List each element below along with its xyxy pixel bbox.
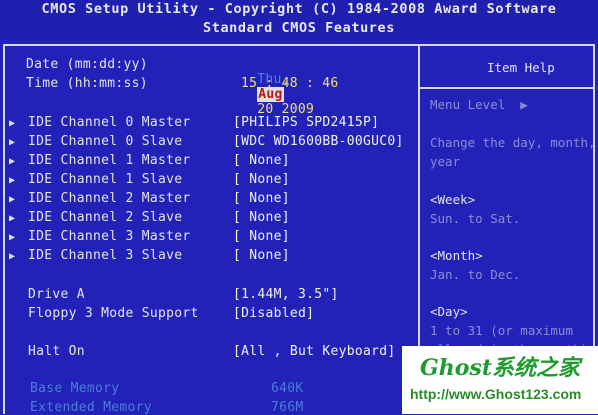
ide-1-master-label[interactable]: IDE Channel 1 Master [28,153,191,168]
title-bar: CMOS Setup Utility - Copyright (C) 1984-… [0,0,598,40]
ide-0-slave-label[interactable]: IDE Channel 0 Slave [28,134,182,149]
time-field[interactable]: 15 : 48 : 46 [241,76,339,91]
submenu-arrow-icon: ▶ [9,118,16,129]
submenu-arrow-icon: ▶ [9,251,16,262]
halt-on-label: Halt On [28,344,85,359]
time-label: Time (hh:mm:ss) [26,76,148,91]
ide-0-slave-value[interactable]: [WDC WD1600BB-00GUC0] [233,134,404,149]
ide-3-slave-value[interactable]: [ None] [233,248,290,263]
drive-a-value[interactable]: [1.44M, 3.5"] [233,287,339,302]
ide-2-slave-value[interactable]: [ None] [233,210,290,225]
submenu-arrow-icon: ▶ [9,137,16,148]
floppy3-label: Floppy 3 Mode Support [28,306,199,321]
base-memory-value: 640K [271,381,304,396]
ide-3-slave-label[interactable]: IDE Channel 3 Slave [28,248,182,263]
watermark-logo: Ghost系统之家 [420,355,581,381]
ide-0-master-label[interactable]: IDE Channel 0 Master [28,115,191,130]
submenu-arrow-icon: ▶ [9,156,16,167]
menu-level: Menu Level ▶ [430,97,528,112]
app-title: CMOS Setup Utility - Copyright (C) 1984-… [41,1,557,17]
submenu-arrow-icon: ▶ [9,194,16,205]
help-week-value: Sun. to Sat. [430,211,521,226]
watermark: Ghost系统之家 http://www.Ghost123.com [402,346,598,414]
submenu-arrow-icon: ▶ [9,175,16,186]
submenu-arrow-icon: ▶ [9,232,16,243]
help-month-heading: <Month> [430,248,483,263]
halt-on-value[interactable]: [All , But Keyboard] [233,344,396,359]
help-week-heading: <Week> [430,192,476,207]
base-memory-label: Base Memory [30,381,120,396]
ide-1-slave-label[interactable]: IDE Channel 1 Slave [28,172,182,187]
help-divider [420,87,595,89]
help-day-heading: <Day> [430,304,468,319]
help-text-1: Change the day, month, [430,135,596,150]
ide-1-slave-value[interactable]: [ None] [233,172,290,187]
date-label: Date (mm:dd:yy) [26,57,148,72]
submenu-arrow-icon: ▶ [9,213,16,224]
ide-2-slave-label[interactable]: IDE Channel 2 Slave [28,210,182,225]
page-title: Standard CMOS Features [202,20,395,36]
drive-a-label: Drive A [28,287,85,302]
help-month-value: Jan. to Dec. [430,267,521,282]
ide-2-master-label[interactable]: IDE Channel 2 Master [28,191,191,206]
watermark-url: http://www.Ghost123.com [410,386,582,402]
ide-2-master-value[interactable]: [ None] [233,191,290,206]
help-text-2: year [430,154,461,169]
extended-memory-value: 766M [271,400,304,415]
ide-0-master-value[interactable]: [PHILIPS SPD2415P] [233,115,379,130]
ide-3-master-value[interactable]: [ None] [233,229,290,244]
ide-3-master-label[interactable]: IDE Channel 3 Master [28,229,191,244]
help-title: Item Help [487,60,555,75]
help-day-value-1: 1 to 31 (or maximum [430,323,573,338]
ide-1-master-value[interactable]: [ None] [233,153,290,168]
extended-memory-label: Extended Memory [30,400,152,415]
floppy3-value[interactable]: [Disabled] [233,306,314,321]
